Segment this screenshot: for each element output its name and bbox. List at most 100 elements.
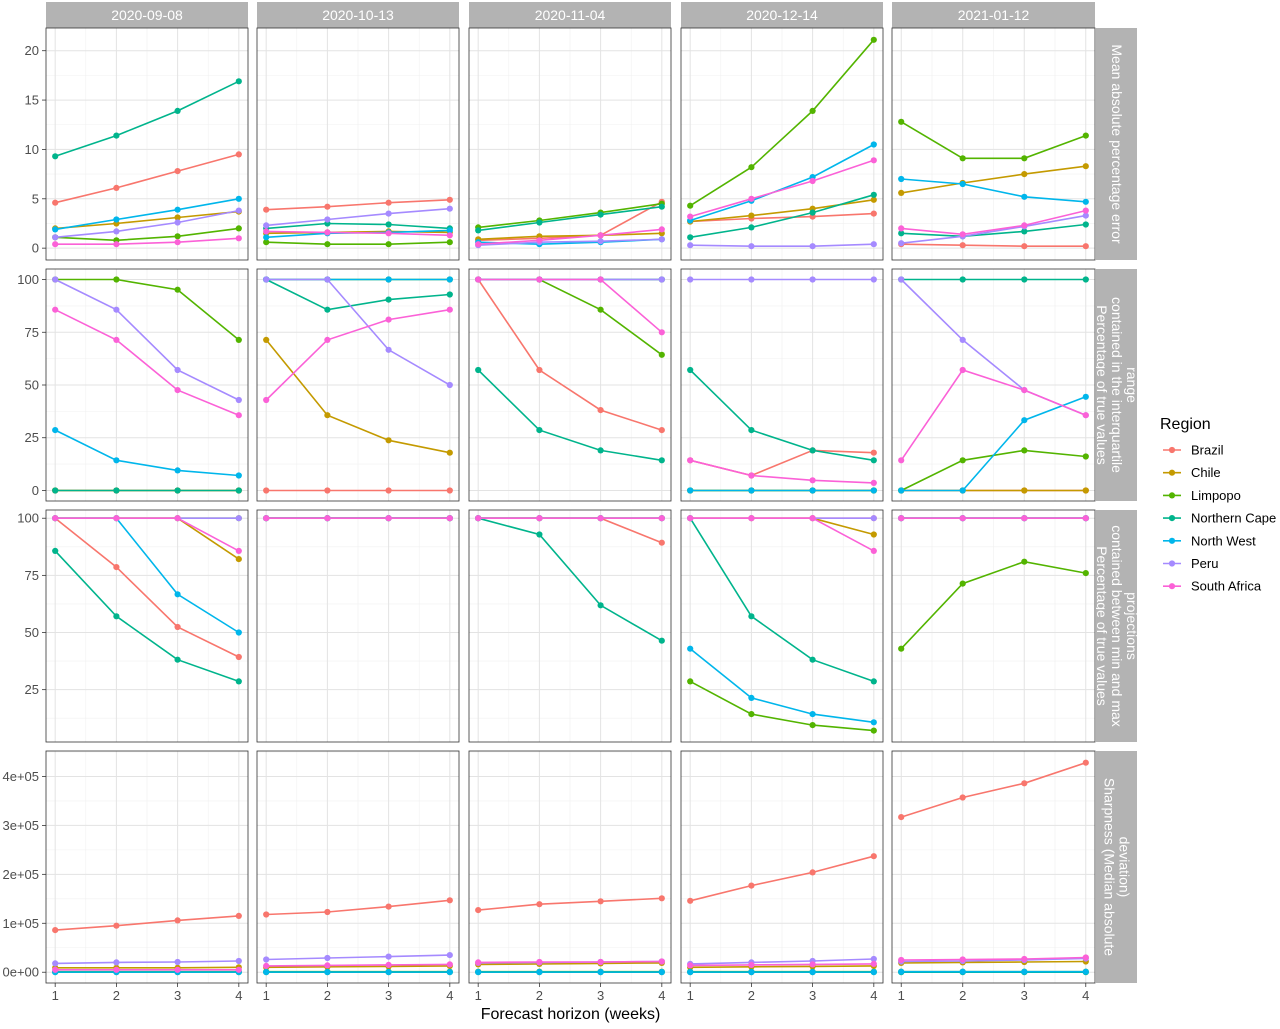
data-point	[898, 968, 905, 975]
data-point	[597, 276, 604, 283]
data-point	[959, 487, 966, 494]
data-point	[385, 241, 392, 248]
data-point	[748, 212, 755, 219]
data-point	[959, 336, 966, 343]
y-tick-label: 15	[25, 93, 39, 108]
column-strip: 2021-01-12	[892, 2, 1095, 28]
data-point	[748, 515, 755, 522]
data-point	[446, 381, 453, 389]
panel	[468, 27, 672, 261]
data-point	[324, 203, 331, 210]
data-point	[687, 968, 694, 976]
data-point	[748, 882, 755, 889]
y-tick-label: 100	[17, 272, 39, 287]
data-point	[235, 957, 242, 965]
legend-label: Northern Cape	[1191, 511, 1276, 526]
data-point	[446, 449, 453, 456]
y-tick-label: 3e+05	[2, 818, 39, 833]
panel	[891, 27, 1096, 261]
data-point	[658, 457, 665, 464]
data-point	[687, 897, 694, 904]
data-point	[1021, 417, 1028, 424]
data-point	[1021, 222, 1028, 229]
data-point	[174, 366, 181, 374]
data-point	[385, 296, 392, 303]
legend-item: Peru	[1163, 556, 1218, 571]
data-point	[263, 276, 270, 283]
data-point	[446, 306, 453, 313]
legend-label: Peru	[1191, 556, 1218, 571]
data-point	[113, 306, 120, 313]
data-point	[446, 897, 453, 904]
data-point	[385, 903, 392, 910]
y-tick-label: 0e+00	[2, 965, 39, 980]
data-point	[1021, 243, 1028, 250]
data-point	[113, 132, 120, 139]
data-point	[113, 487, 120, 494]
data-point	[597, 238, 604, 245]
data-point	[658, 968, 665, 976]
data-point	[475, 227, 482, 234]
data-point	[809, 209, 816, 216]
data-point	[658, 226, 665, 233]
data-point	[324, 968, 331, 976]
faceted-line-chart: 2020-09-08 2020-10-13 2020-11-04 2020-12-14…	[0, 0, 1280, 1024]
data-point	[658, 276, 665, 283]
data-point	[1021, 968, 1028, 975]
x-tick-label: 3	[1021, 988, 1028, 1003]
legend: Region Brazil Chile Limpopo Northern Cape Nor…	[1160, 416, 1276, 594]
data-point	[898, 515, 905, 522]
row-strip-label: contained in the interquartile	[1109, 297, 1125, 473]
column-strip: 2020-09-08	[46, 2, 248, 28]
x-tick-label: 3	[385, 988, 392, 1003]
data-point	[809, 968, 816, 976]
data-point	[959, 231, 966, 238]
data-point	[52, 199, 59, 206]
data-point	[446, 276, 453, 283]
y-tick-label: 5	[32, 191, 39, 206]
data-point	[959, 956, 966, 963]
data-point	[1021, 155, 1028, 162]
data-point	[597, 232, 604, 239]
data-point	[809, 243, 816, 250]
x-tick-label: 4	[658, 988, 665, 1003]
panel	[680, 750, 884, 984]
data-point	[446, 968, 453, 976]
y-tick-label: 0	[32, 483, 39, 498]
data-point	[597, 407, 604, 414]
data-point	[959, 968, 966, 975]
data-point	[959, 794, 966, 801]
data-point	[263, 968, 270, 976]
data-point	[235, 336, 242, 343]
panel	[468, 268, 672, 502]
x-tick-label: 1	[687, 988, 694, 1003]
data-point	[536, 531, 543, 538]
data-point	[748, 472, 755, 479]
x-tick-label: 2	[536, 988, 543, 1003]
data-point	[1021, 955, 1028, 963]
data-point	[52, 960, 59, 967]
data-point	[174, 623, 181, 631]
x-tick-label: 2	[959, 988, 966, 1003]
data-point	[658, 895, 665, 902]
data-point	[263, 487, 270, 494]
data-point	[809, 107, 816, 114]
data-point	[174, 233, 181, 240]
y-tick-label: 75	[25, 325, 39, 340]
data-point	[475, 366, 482, 374]
data-point	[235, 912, 242, 920]
data-point	[1021, 487, 1028, 494]
legend-key-point	[1168, 583, 1176, 590]
data-point	[385, 437, 392, 444]
column-strip-label: 2020-12-14	[746, 7, 818, 23]
row-strip-label: Percentage of true values	[1094, 305, 1110, 465]
legend-label: Brazil	[1191, 443, 1224, 458]
row-strip: Mean absolute percentage error	[1096, 28, 1137, 260]
data-point	[658, 236, 665, 243]
data-point	[809, 961, 816, 968]
data-point	[52, 927, 59, 934]
data-point	[748, 711, 755, 718]
y-tick-label: 20	[25, 43, 39, 58]
data-point	[113, 241, 120, 248]
row-strip-label: deviation)	[1117, 837, 1133, 898]
